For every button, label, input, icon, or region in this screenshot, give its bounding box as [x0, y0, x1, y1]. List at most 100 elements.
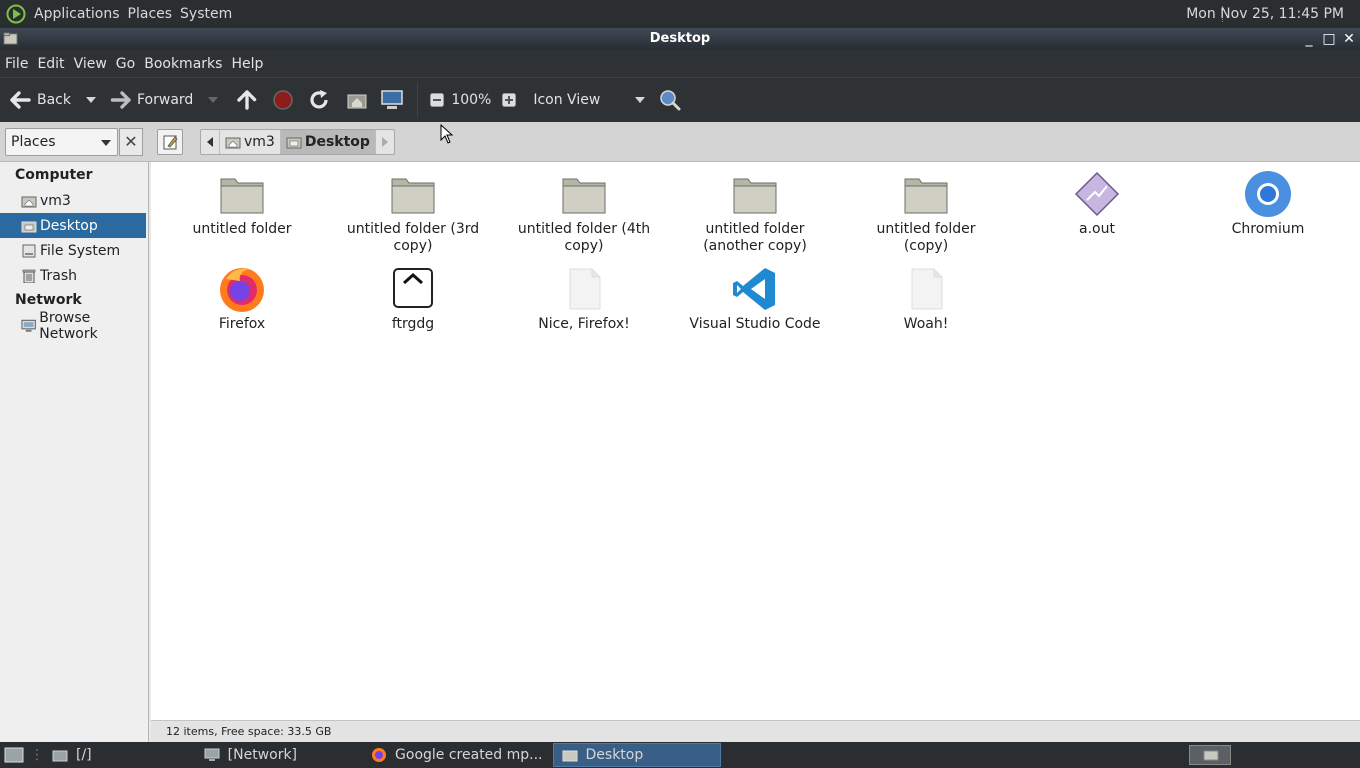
back-history-dropdown[interactable]: [86, 83, 96, 117]
folder-window-icon[interactable]: [3, 31, 18, 46]
toggle-location-entry-button[interactable]: [157, 129, 183, 155]
window-title: Desktop: [649, 31, 711, 46]
taskbar-item-network[interactable]: [Network]: [196, 743, 305, 767]
forward-history-dropdown[interactable]: [208, 83, 219, 117]
back-arrow-icon: [10, 91, 31, 109]
forward-arrow-icon: [110, 91, 131, 109]
menu-view[interactable]: View: [69, 56, 111, 72]
mouse-pointer-icon: [440, 124, 454, 144]
close-side-pane-button[interactable]: ✕: [119, 128, 143, 156]
sidebar-heading-computer: Computer: [15, 167, 93, 183]
clock[interactable]: Mon Nov 25, 11:45 PM: [1186, 0, 1344, 28]
sidebar-item-vm3[interactable]: vm3: [0, 188, 148, 213]
status-text: 12 items, Free space: 33.5 GB: [166, 725, 332, 738]
taskbar-label: [/]: [76, 747, 92, 763]
file-item[interactable]: untitled folder (4th copy): [499, 170, 669, 255]
applications-menu[interactable]: Applications: [30, 6, 124, 22]
menu-file[interactable]: File: [0, 56, 32, 72]
home-folder-icon: [21, 196, 37, 207]
zoom-in-button[interactable]: [502, 83, 517, 117]
view-mode-select[interactable]: Icon View: [533, 83, 646, 117]
sidebar-item-desktop[interactable]: Desktop: [0, 213, 146, 238]
folder-icon: [562, 750, 578, 762]
file-item[interactable]: Visual Studio Code: [670, 265, 840, 333]
reload-icon: [310, 90, 328, 109]
executable-icon: [1074, 171, 1120, 217]
network-icon: [21, 319, 36, 332]
chevron-down-icon: [86, 97, 96, 103]
file-label: Nice, Firefox!: [538, 316, 630, 332]
file-item[interactable]: untitled folder (copy): [841, 170, 1011, 255]
desktop-folder-icon: [21, 221, 37, 232]
menu-help[interactable]: Help: [226, 56, 267, 72]
file-item[interactable]: Chromium: [1183, 170, 1353, 238]
file-item[interactable]: Nice, Firefox!: [499, 265, 669, 333]
file-label: untitled folder: [192, 221, 292, 237]
breadcrumb-scroll-right[interactable]: [376, 130, 394, 154]
chevron-down-icon: [101, 140, 111, 146]
file-item[interactable]: untitled folder: [157, 170, 327, 238]
location-bar: Places ✕ vm3 Desktop: [0, 122, 1360, 162]
stop-icon: [273, 90, 294, 110]
maximize-button[interactable]: □: [1322, 32, 1336, 46]
close-button[interactable]: ✕: [1342, 32, 1356, 46]
menu-bookmarks[interactable]: Bookmarks: [139, 56, 226, 72]
vscode-icon: [733, 268, 775, 310]
home-button[interactable]: [346, 83, 368, 117]
breadcrumb-label: Desktop: [304, 134, 370, 150]
close-icon: ✕: [124, 132, 138, 151]
firefox-icon: [220, 268, 264, 312]
distro-logo-icon[interactable]: [6, 4, 26, 24]
sidebar-item-label: File System: [40, 242, 121, 259]
home-folder-icon: [225, 137, 241, 149]
forward-label: Forward: [137, 92, 194, 108]
up-button[interactable]: [236, 83, 258, 117]
trash-icon: [22, 269, 36, 283]
taskbar-item-root[interactable]: [/]: [44, 743, 100, 767]
file-label: Visual Studio Code: [689, 316, 821, 332]
system-menu[interactable]: System: [176, 6, 236, 22]
text-file-icon: [569, 268, 601, 310]
file-label: untitled folder (3rd copy): [346, 221, 480, 254]
menu-go[interactable]: Go: [111, 56, 139, 72]
file-item[interactable]: ftrgdg: [328, 265, 498, 333]
chevron-down-icon: [208, 97, 219, 103]
menu-edit[interactable]: Edit: [32, 56, 68, 72]
file-item[interactable]: untitled folder (3rd copy): [328, 170, 498, 255]
sidebar-item-browse-network[interactable]: Browse Network: [0, 310, 148, 342]
sidebar-item-file-system[interactable]: File System: [0, 238, 148, 263]
taskbar-label: Desktop: [585, 747, 644, 763]
places-menu[interactable]: Places: [124, 6, 177, 22]
zoom-out-button[interactable]: [417, 83, 445, 117]
file-item[interactable]: untitled folder (another copy): [670, 170, 840, 255]
stop-button[interactable]: [272, 83, 294, 117]
breadcrumb-vm3[interactable]: vm3: [220, 130, 281, 154]
sidebar-item-trash[interactable]: Trash: [0, 263, 148, 288]
computer-button[interactable]: [381, 83, 404, 117]
file-item[interactable]: Woah!: [841, 265, 1011, 333]
taskbar-item-firefox[interactable]: Google created mp...: [363, 743, 550, 767]
file-item[interactable]: a.out: [1012, 170, 1182, 238]
icon-view[interactable]: untitled folder untitled folder (3rd cop…: [151, 162, 1360, 720]
network-icon: [204, 748, 220, 761]
taskbar-item-desktop[interactable]: Desktop: [552, 743, 721, 767]
back-button[interactable]: Back: [9, 83, 71, 117]
show-desktop-icon[interactable]: [4, 746, 24, 764]
computer-icon: [381, 90, 404, 109]
folder-icon: [1203, 750, 1219, 761]
workspace-switcher[interactable]: [1189, 745, 1231, 765]
search-button[interactable]: [659, 83, 681, 117]
file-item[interactable]: Firefox: [157, 265, 327, 333]
minimize-button[interactable]: _: [1302, 32, 1316, 46]
text-file-icon: [911, 268, 943, 310]
file-label: untitled folder (4th copy): [517, 221, 651, 254]
window-titlebar[interactable]: Desktop _ □ ✕: [0, 28, 1360, 50]
breadcrumb-scroll-left[interactable]: [201, 130, 220, 154]
forward-button[interactable]: Forward: [110, 83, 193, 117]
sidebar: Computer vm3 Desktop File System Trash N…: [0, 162, 149, 742]
breadcrumb-desktop[interactable]: Desktop: [280, 130, 376, 154]
side-pane-select[interactable]: Places: [5, 128, 118, 156]
reload-button[interactable]: [308, 83, 330, 117]
sidebar-item-label: Desktop: [40, 217, 98, 234]
chevron-left-icon: [207, 137, 213, 147]
